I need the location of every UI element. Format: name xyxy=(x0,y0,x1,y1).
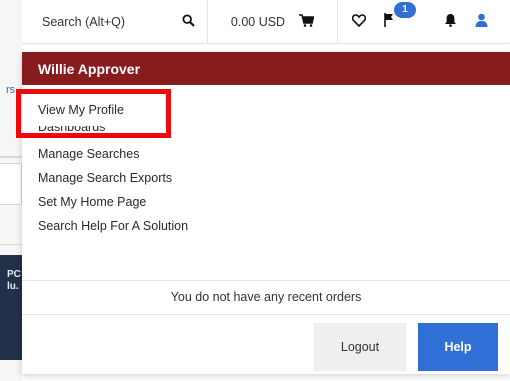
menu-item-manage-search-exports[interactable]: Manage Search Exports xyxy=(22,166,510,190)
menu-item-manage-searches[interactable]: Manage Searches xyxy=(22,142,510,166)
flag-button[interactable]: 1 xyxy=(384,2,416,30)
background-dark-card-text: PC lu. xyxy=(7,269,21,292)
search-icon[interactable] xyxy=(182,13,195,30)
user-icon[interactable] xyxy=(475,13,488,30)
background-divider xyxy=(0,156,22,158)
background-divider xyxy=(0,244,22,245)
search-field[interactable]: Search (Alt+Q) xyxy=(22,0,208,44)
cart-button[interactable]: 0.00 USD xyxy=(208,0,338,44)
logout-button[interactable]: Logout xyxy=(314,323,406,371)
top-bar: Search (Alt+Q) 0.00 USD 1 xyxy=(22,0,510,44)
help-button[interactable]: Help xyxy=(418,323,498,371)
search-label: Search (Alt+Q) xyxy=(42,14,126,29)
header-icons: 1 xyxy=(338,0,510,44)
cart-icon xyxy=(299,13,315,30)
dropdown-user-name: Willie Approver xyxy=(22,52,510,85)
heart-icon[interactable] xyxy=(351,13,367,30)
notification-badge: 1 xyxy=(394,2,416,18)
bell-icon[interactable] xyxy=(444,13,457,30)
recent-orders-message: You do not have any recent orders xyxy=(22,280,510,314)
menu-item-search-help[interactable]: Search Help For A Solution xyxy=(22,214,510,238)
dropdown-footer: Logout Help xyxy=(22,314,510,374)
cart-total: 0.00 USD xyxy=(230,14,286,29)
highlight-box xyxy=(16,89,171,138)
flag-icon xyxy=(384,13,394,30)
background-dark-card: PC lu. xyxy=(0,255,22,360)
background-card xyxy=(0,163,22,205)
menu-item-set-my-home-page[interactable]: Set My Home Page xyxy=(22,190,510,214)
